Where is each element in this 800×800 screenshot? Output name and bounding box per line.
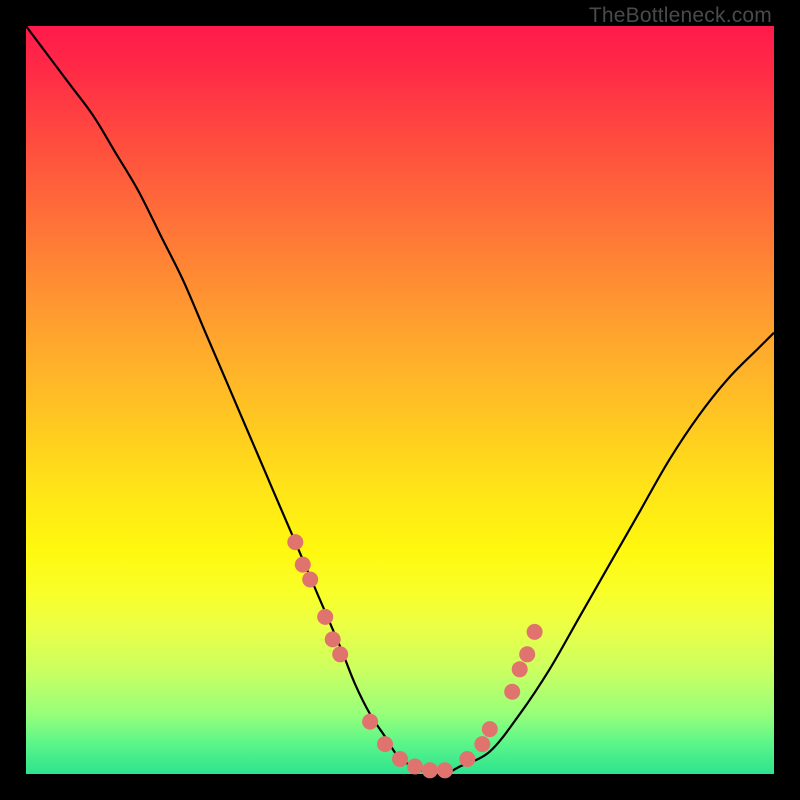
highlight-dot bbox=[527, 624, 543, 640]
highlight-dot bbox=[474, 736, 490, 752]
chart-svg bbox=[26, 26, 774, 774]
highlight-dot bbox=[422, 762, 438, 778]
highlight-dot bbox=[377, 736, 393, 752]
highlight-dot bbox=[332, 646, 348, 662]
highlight-dot bbox=[519, 646, 535, 662]
highlight-dots-group bbox=[287, 534, 542, 778]
highlight-dot bbox=[392, 751, 408, 767]
bottleneck-curve bbox=[26, 26, 774, 775]
highlight-dot bbox=[317, 609, 333, 625]
chart-plot-area bbox=[26, 26, 774, 774]
highlight-dot bbox=[482, 721, 498, 737]
highlight-dot bbox=[302, 572, 318, 588]
highlight-dot bbox=[512, 661, 528, 677]
watermark-text: TheBottleneck.com bbox=[589, 4, 772, 28]
highlight-dot bbox=[287, 534, 303, 550]
highlight-dot bbox=[459, 751, 475, 767]
outer-frame: TheBottleneck.com bbox=[0, 0, 800, 800]
highlight-dot bbox=[437, 762, 453, 778]
highlight-dot bbox=[325, 631, 341, 647]
highlight-dot bbox=[295, 557, 311, 573]
highlight-dot bbox=[362, 714, 378, 730]
highlight-dot bbox=[407, 759, 423, 775]
highlight-dot bbox=[504, 684, 520, 700]
